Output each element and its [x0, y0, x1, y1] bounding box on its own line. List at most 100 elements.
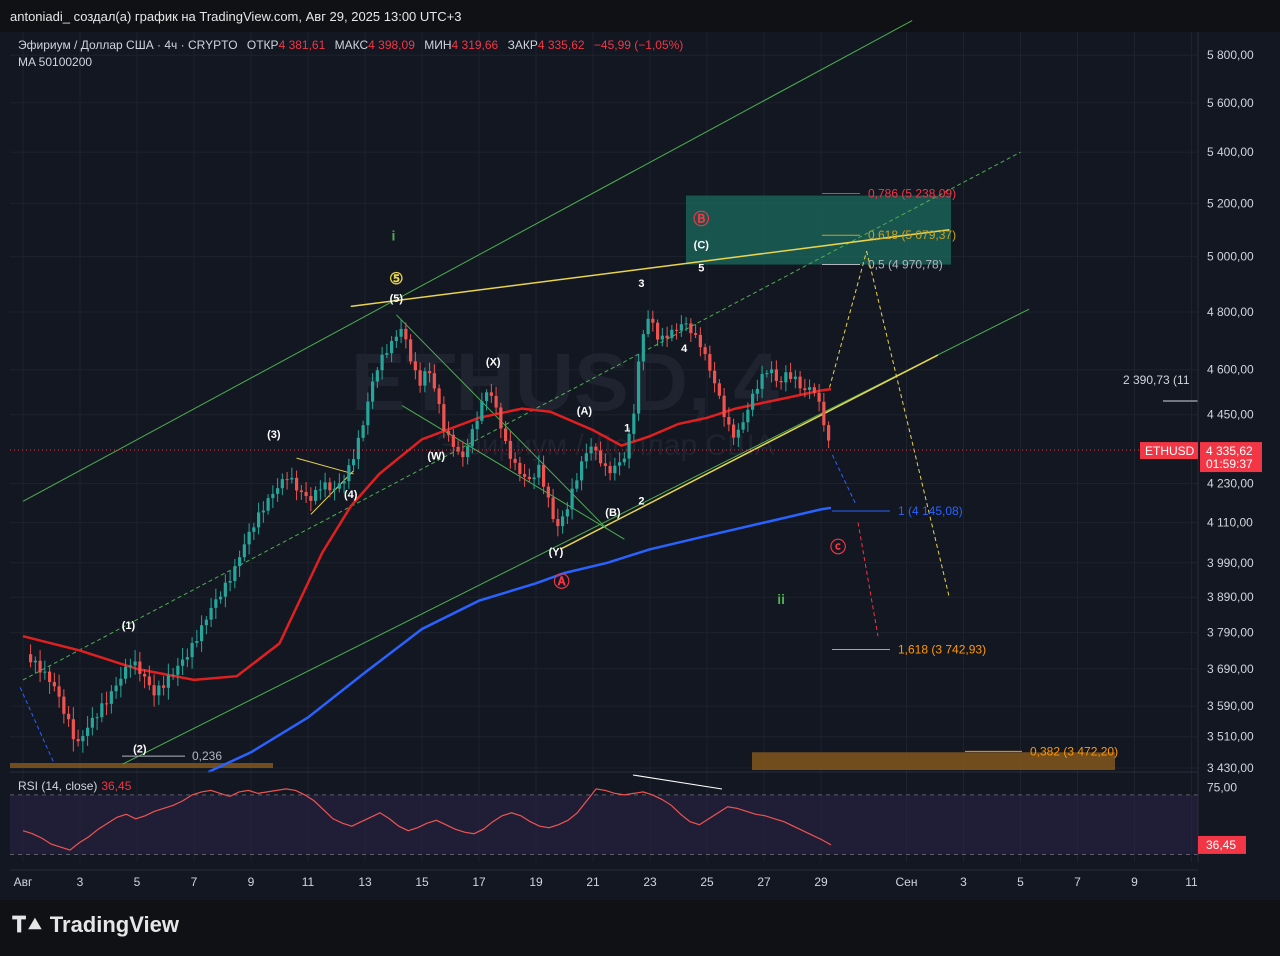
tradingview-logo-icon: 𝐓⯅ — [12, 912, 44, 937]
symbol-title[interactable]: Эфириум / Доллар США · 4ч · CRYPTO — [18, 38, 238, 52]
close-label: ЗАКР — [507, 38, 538, 52]
candle-body — [242, 544, 246, 558]
time-tick-label: 13 — [358, 875, 372, 889]
candle-body — [57, 686, 61, 697]
candle-body — [271, 493, 275, 499]
rsi-tick-label: 75,00 — [1207, 780, 1237, 794]
candle-body — [551, 497, 555, 520]
rsi-band — [10, 794, 1198, 855]
candle-body — [817, 392, 821, 402]
candle-body — [437, 388, 441, 405]
candle-body — [404, 328, 408, 340]
candle-body — [228, 580, 232, 583]
candle-body — [371, 381, 375, 402]
candle-body — [181, 659, 185, 666]
candle-body — [276, 488, 280, 494]
wave-label: (5) — [390, 293, 404, 305]
price-chart[interactable]: ETHUSD, 4 Эфириум / Доллар США 0,786 (5 … — [0, 0, 1280, 900]
wave-label: Ⓑ — [693, 209, 709, 228]
candle-body — [641, 334, 645, 362]
candle-body — [760, 374, 764, 389]
time-tick-label: 7 — [1074, 875, 1081, 889]
candle-body — [375, 370, 379, 382]
wave-label: (2) — [133, 743, 147, 755]
fib-level-label: 0,236 — [192, 749, 222, 763]
candle-body — [223, 582, 227, 597]
fib-level-label: 0,5 (4 970,78) — [868, 258, 943, 272]
candle-body — [608, 466, 612, 474]
candle-body — [689, 323, 693, 334]
candle-body — [252, 527, 256, 532]
candle-body — [147, 676, 151, 686]
fib-level-label: 0,618 (5 079,37) — [868, 228, 956, 242]
candle-body — [299, 490, 303, 493]
candle-body — [622, 458, 626, 463]
candle-body — [660, 335, 664, 340]
time-tick-label: 3 — [960, 875, 967, 889]
candle-body — [366, 401, 370, 426]
candle-body — [38, 660, 42, 673]
candle-body — [304, 492, 308, 497]
candle-body — [162, 685, 166, 688]
fib-level-label: 1,618 (3 742,93) — [898, 643, 986, 657]
candle-body — [504, 428, 508, 441]
open-label: ОТКР — [246, 38, 279, 52]
candle-body — [238, 557, 242, 567]
candle-body — [466, 446, 470, 458]
candle-body — [480, 401, 484, 421]
time-tick-label: 29 — [814, 875, 828, 889]
rsi-value: 36,45 — [101, 779, 132, 793]
price-tick-label: 3 990,00 — [1207, 556, 1254, 570]
candle-body — [323, 482, 327, 490]
candle-body — [523, 474, 527, 477]
candle-body — [736, 429, 740, 438]
candle-body — [285, 479, 289, 481]
candle-body — [556, 519, 560, 527]
candle-body — [703, 347, 707, 355]
candle-body — [114, 685, 118, 692]
price-tick-label: 4 800,00 — [1207, 305, 1254, 319]
candle-body — [475, 420, 479, 430]
candle-body — [337, 483, 341, 489]
time-tick-label: 23 — [643, 875, 657, 889]
wave-label: (4) — [344, 489, 358, 501]
candle-body — [48, 671, 52, 683]
candle-body — [138, 661, 142, 674]
candle-body — [247, 531, 251, 545]
price-tick-label: 4 600,00 — [1207, 363, 1254, 377]
price-tick-label: 3 590,00 — [1207, 699, 1254, 713]
candle-body — [195, 641, 199, 643]
time-tick-label: Сен — [896, 875, 918, 889]
wave-label: 5 — [698, 263, 704, 275]
price-tick-label: 3 430,00 — [1207, 761, 1254, 775]
candle-body — [399, 328, 403, 337]
candle-body — [318, 489, 322, 491]
candle-body — [423, 371, 427, 386]
candle-body — [185, 657, 189, 660]
candle-body — [166, 675, 170, 688]
candle-body — [333, 488, 337, 491]
price-tick-label: 4 110,00 — [1207, 516, 1253, 530]
candle-body — [76, 739, 80, 742]
rsi-title[interactable]: RSI (14, close) 36,45 — [18, 779, 131, 793]
fib-level-label: 0,382 (3 472,20) — [1030, 744, 1118, 758]
candle-body — [632, 413, 636, 434]
candle-body — [565, 509, 569, 517]
candle-body — [732, 424, 736, 438]
candle-body — [485, 392, 489, 402]
time-tick-label: Авг — [14, 875, 33, 889]
ma-indicator-label[interactable]: MA 50100200 — [18, 55, 92, 69]
candle-body — [266, 498, 270, 511]
wave-label: 4 — [681, 343, 688, 355]
rsi-value-tag-text: 36,45 — [1206, 838, 1236, 852]
time-tick-label: 25 — [700, 875, 714, 889]
candle-body — [105, 703, 109, 705]
tradingview-logo[interactable]: 𝐓⯅ TradingView — [12, 912, 179, 938]
time-tick-label: 17 — [472, 875, 486, 889]
candle-body — [575, 480, 579, 489]
candle-body — [789, 372, 793, 379]
candle-body — [204, 619, 208, 626]
time-tick-label: 5 — [1017, 875, 1024, 889]
candle-body — [342, 481, 346, 484]
candle-body — [679, 324, 683, 331]
